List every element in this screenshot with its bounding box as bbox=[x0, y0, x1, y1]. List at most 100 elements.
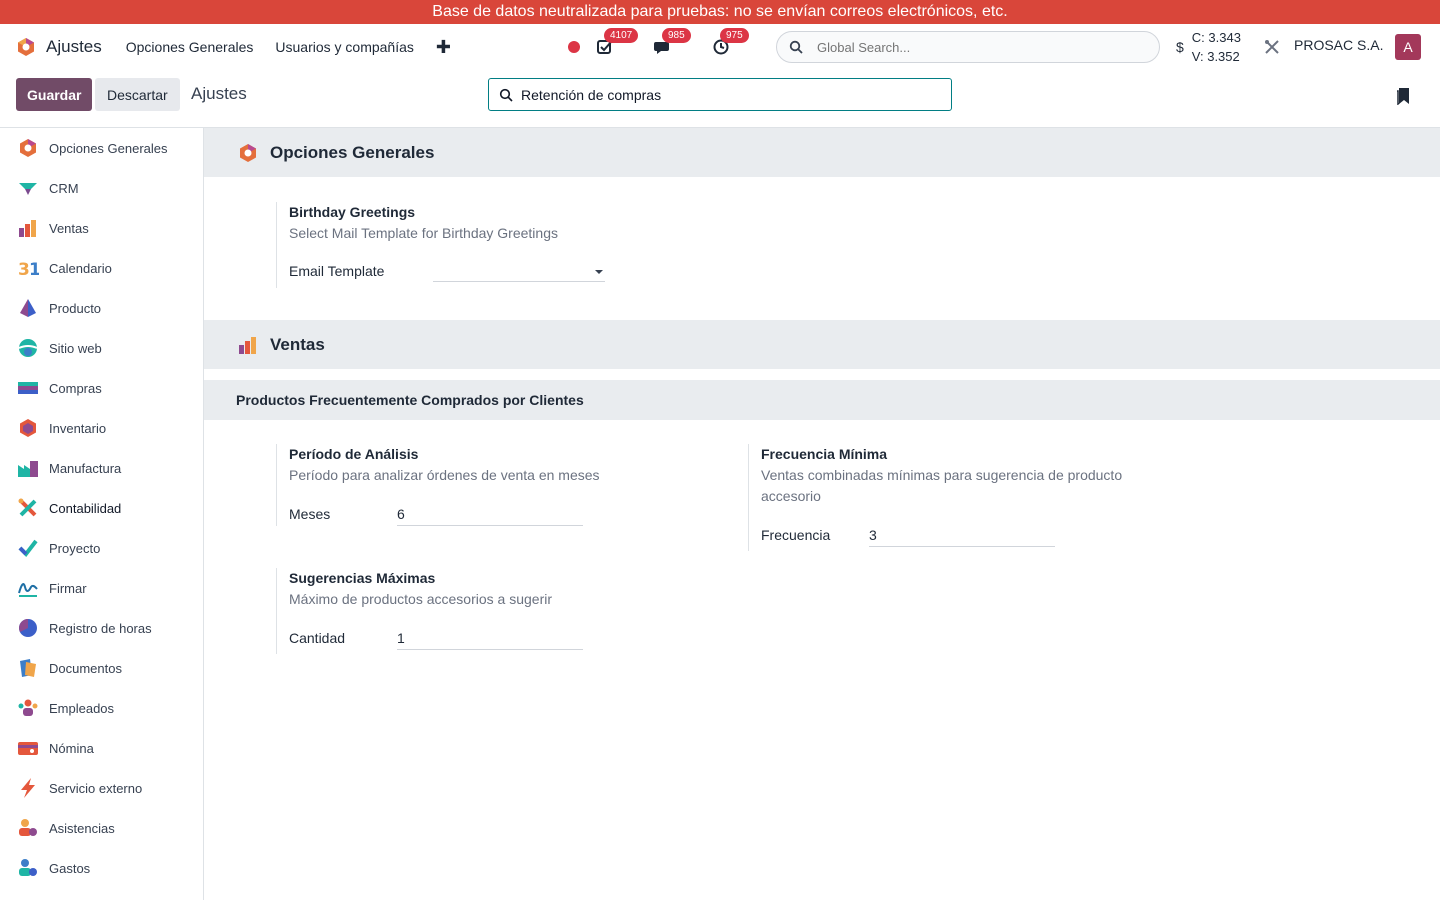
save-button[interactable]: Guardar bbox=[16, 78, 93, 111]
settings-sidebar: Opciones Generales CRM Ventas 31 Calenda… bbox=[0, 128, 204, 900]
sidebar-item-label: Opciones Generales bbox=[49, 140, 168, 156]
section-title: Opciones Generales bbox=[270, 142, 435, 162]
discard-button[interactable]: Descartar bbox=[95, 78, 180, 111]
systray: 4107 985 975 bbox=[568, 24, 770, 70]
website-icon bbox=[18, 339, 38, 357]
menu-opciones-generales[interactable]: Opciones Generales bbox=[126, 39, 254, 55]
clock-count-badge: 975 bbox=[720, 28, 749, 43]
global-search-input[interactable] bbox=[817, 39, 1137, 55]
sidebar-item-label: Ventas bbox=[49, 220, 89, 236]
control-panel: Guardar Descartar Ajustes bbox=[0, 70, 1440, 128]
sidebar-item-registro-horas[interactable]: Registro de horas bbox=[0, 608, 203, 648]
sidebar-item-producto[interactable]: Producto bbox=[0, 288, 203, 328]
sidebar-item-label: Contabilidad bbox=[49, 500, 122, 516]
plus-icon[interactable]: ✚ bbox=[436, 37, 451, 58]
months-input[interactable] bbox=[397, 502, 583, 526]
sign-icon bbox=[18, 583, 38, 597]
months-label: Meses bbox=[289, 506, 331, 522]
sidebar-item-label: Empleados bbox=[49, 700, 115, 716]
sidebar-item-calendario[interactable]: 31 Calendario bbox=[0, 248, 203, 288]
search-icon bbox=[789, 40, 803, 54]
company-switcher[interactable]: PROSAC S.A. bbox=[1294, 37, 1383, 53]
recording-dot-icon[interactable] bbox=[568, 41, 580, 53]
purchase-icon bbox=[18, 382, 38, 394]
sales-icon bbox=[239, 336, 256, 354]
quantity-input[interactable] bbox=[397, 626, 583, 650]
setting-title: Sugerencias Máximas bbox=[289, 570, 436, 586]
messages-button[interactable]: 985 bbox=[654, 28, 691, 58]
sidebar-item-label: Asistencias bbox=[49, 820, 115, 836]
sidebar-item-compras[interactable]: Compras bbox=[0, 368, 203, 408]
sidebar-item-firmar[interactable]: Firmar bbox=[0, 568, 203, 608]
sidebar-item-label: Manufactura bbox=[49, 460, 122, 476]
sidebar-item-gastos[interactable]: Gastos bbox=[0, 848, 203, 888]
rate-purchase: C: 3.343 bbox=[1191, 30, 1241, 45]
settings-app-icon[interactable] bbox=[16, 37, 36, 57]
clock-button[interactable]: 975 bbox=[712, 28, 749, 58]
setting-max-suggestions: Sugerencias Máximas Máximo de productos … bbox=[276, 568, 583, 654]
payroll-icon bbox=[18, 742, 38, 755]
sales-icon bbox=[19, 220, 36, 237]
setting-description: Ventas combinadas mínimas para sugerenci… bbox=[761, 467, 1123, 504]
settings-search-input[interactable] bbox=[521, 86, 921, 103]
sidebar-item-manufactura[interactable]: Manufactura bbox=[0, 448, 203, 488]
breadcrumb: Ajustes bbox=[191, 84, 247, 103]
project-icon bbox=[18, 539, 38, 558]
sidebar-item-inventario[interactable]: Inventario bbox=[0, 408, 203, 448]
sidebar-item-empleados[interactable]: Empleados bbox=[0, 688, 203, 728]
setting-description: Select Mail Template for Birthday Greeti… bbox=[289, 225, 558, 241]
section-ventas: Ventas bbox=[204, 320, 1440, 369]
activity-count-badge: 4107 bbox=[604, 28, 639, 43]
section-opciones-generales: Opciones Generales bbox=[204, 128, 1440, 177]
sidebar-item-label: Nómina bbox=[49, 740, 94, 756]
search-icon bbox=[499, 88, 513, 102]
sidebar-item-contabilidad[interactable]: Contabilidad bbox=[0, 488, 203, 528]
top-navbar: Ajustes Opciones Generales Usuarios y co… bbox=[0, 24, 1440, 70]
sidebar-item-label: Registro de horas bbox=[49, 620, 152, 636]
app-name[interactable]: Ajustes bbox=[46, 37, 102, 57]
sidebar-item-sitio-web[interactable]: Sitio web bbox=[0, 328, 203, 368]
sidebar-item-label: Compras bbox=[49, 380, 102, 396]
setting-title: Período de Análisis bbox=[289, 446, 419, 462]
timesheet-icon bbox=[19, 619, 37, 637]
frequency-input[interactable] bbox=[869, 523, 1055, 547]
documents-icon bbox=[20, 659, 36, 677]
svg-text:1: 1 bbox=[29, 260, 39, 279]
activity-button[interactable]: 4107 bbox=[596, 28, 639, 58]
sidebar-item-ventas[interactable]: Ventas bbox=[0, 208, 203, 248]
settings-app-icon bbox=[240, 143, 256, 162]
sidebar-item-opciones-generales[interactable]: Opciones Generales bbox=[0, 128, 203, 168]
subsection-frequently-bought: Productos Frecuentemente Comprados por C… bbox=[204, 380, 1440, 420]
setting-min-frequency: Frecuencia Mínima Ventas combinadas míni… bbox=[748, 444, 1168, 551]
inventory-icon bbox=[20, 419, 36, 437]
sidebar-item-label: Proyecto bbox=[49, 540, 101, 556]
messages-count-badge: 985 bbox=[662, 28, 691, 43]
sidebar-item-label: Documentos bbox=[49, 660, 122, 676]
sidebar-item-label: Sitio web bbox=[49, 340, 102, 356]
sidebar-item-servicio-externo[interactable]: Servicio externo bbox=[0, 768, 203, 808]
sidebar-item-crm[interactable]: CRM bbox=[0, 168, 203, 208]
sidebar-item-proyecto[interactable]: Proyecto bbox=[0, 528, 203, 568]
setting-description: Período para analizar órdenes de venta e… bbox=[289, 467, 600, 483]
menu-usuarios-companias[interactable]: Usuarios y compañías bbox=[275, 39, 414, 55]
settings-app-icon bbox=[20, 139, 36, 157]
setting-title: Frecuencia Mínima bbox=[761, 446, 888, 462]
setting-birthday-greetings: Birthday Greetings Select Mail Template … bbox=[276, 202, 605, 288]
global-search-box[interactable] bbox=[776, 31, 1160, 63]
email-template-select[interactable] bbox=[433, 260, 605, 282]
setting-analysis-period: Período de Análisis Período para analiza… bbox=[276, 444, 600, 526]
rate-sale: V: 3.352 bbox=[1191, 49, 1240, 64]
sidebar-item-asistencias[interactable]: Asistencias bbox=[0, 808, 203, 848]
settings-search-box[interactable] bbox=[488, 78, 952, 111]
bookmark-icon[interactable] bbox=[1396, 87, 1412, 105]
manufacturing-icon bbox=[18, 461, 38, 477]
email-template-label: Email Template bbox=[289, 263, 385, 279]
setting-description: Máximo de productos accesorios a sugerir bbox=[289, 591, 553, 607]
sidebar-item-documentos[interactable]: Documentos bbox=[0, 648, 203, 688]
sidebar-item-label: Gastos bbox=[49, 860, 91, 876]
tools-icon[interactable] bbox=[1264, 39, 1280, 55]
user-avatar[interactable]: A bbox=[1395, 34, 1421, 60]
accounting-icon bbox=[18, 498, 37, 517]
quantity-label: Cantidad bbox=[289, 630, 346, 646]
sidebar-item-nomina[interactable]: Nómina bbox=[0, 728, 203, 768]
